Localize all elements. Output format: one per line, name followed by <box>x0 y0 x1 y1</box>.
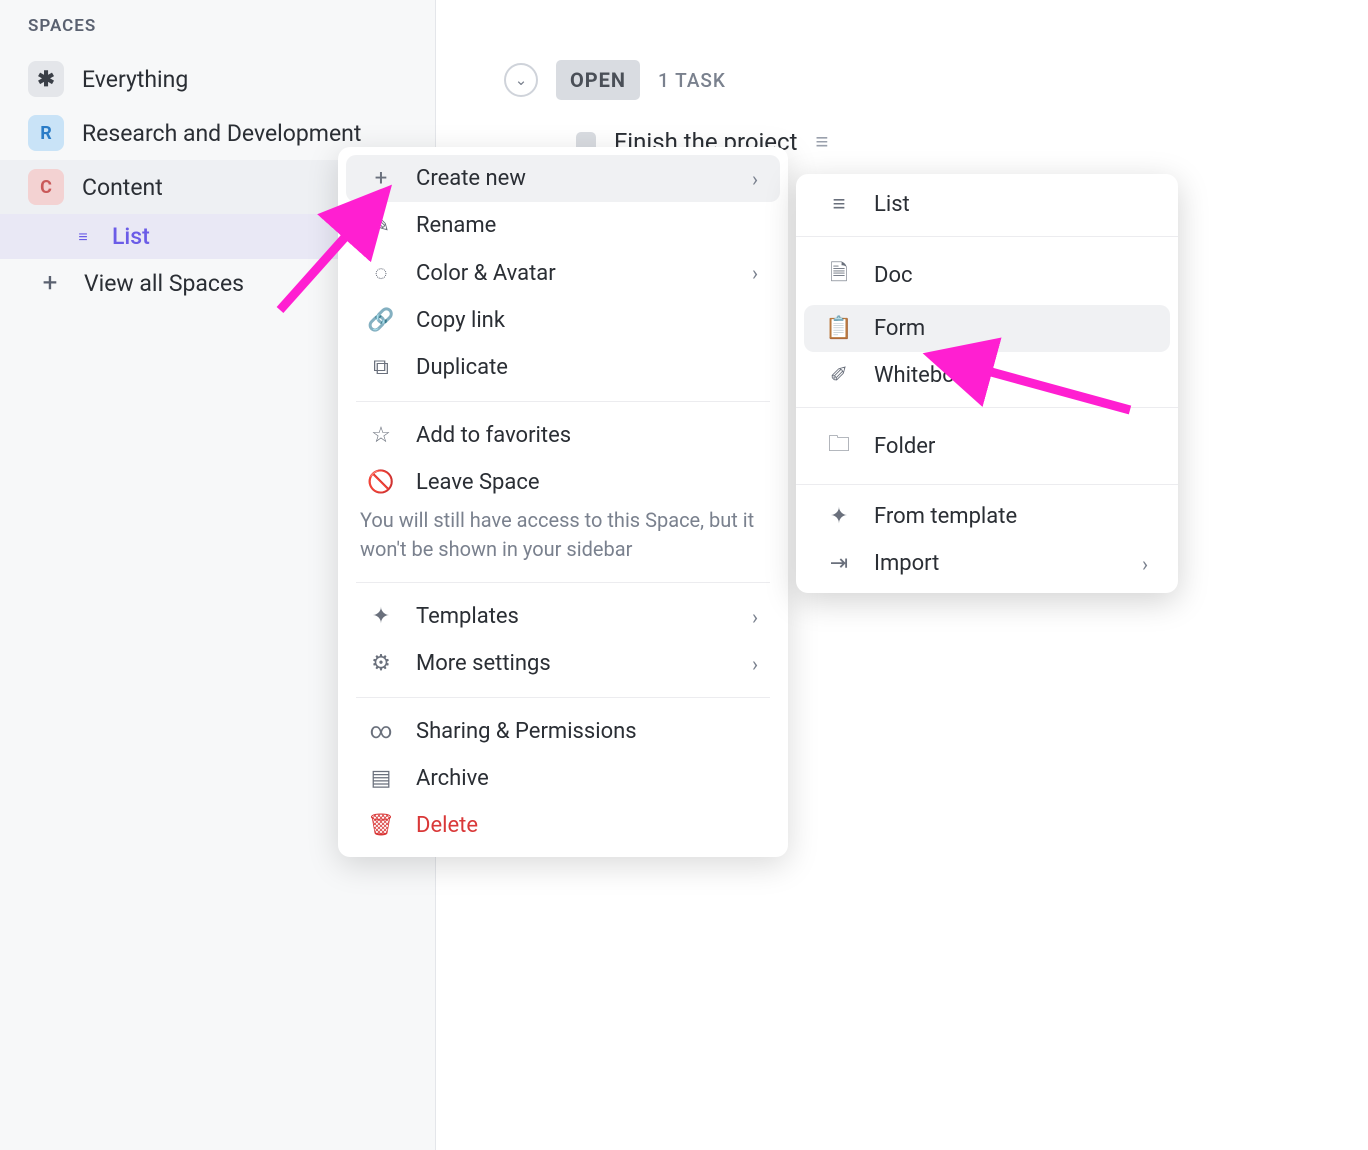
context-menu: + Create new › ✎ Rename ◌ Color & Avatar… <box>338 147 788 857</box>
menu-delete[interactable]: 🗑 Delete <box>346 802 780 849</box>
pencil-icon: ✎ <box>368 213 394 238</box>
menu-item-label: Create new <box>416 166 526 191</box>
sidebar-item-label: List <box>112 223 150 250</box>
divider <box>796 407 1178 408</box>
whiteboard-icon: ✐ <box>826 363 852 388</box>
submenu-list[interactable]: ≡ List <box>804 180 1170 228</box>
import-icon: ⇥ <box>826 551 852 576</box>
droplet-icon: ◌ <box>368 260 394 286</box>
plus-icon: + <box>368 166 394 191</box>
space-avatar-content: C <box>28 169 64 205</box>
submenu-form[interactable]: 📋 Form <box>804 305 1170 352</box>
form-icon: 📋 <box>826 316 852 341</box>
menu-item-label: Archive <box>416 766 489 791</box>
chevron-right-icon: › <box>1142 552 1148 576</box>
menu-item-label: Folder <box>874 434 935 459</box>
menu-more-settings[interactable]: ⚙ More settings › <box>346 640 780 687</box>
menu-item-label: More settings <box>416 651 551 676</box>
status-row: ⌄ OPEN 1 TASK <box>436 0 1368 100</box>
sparkle-icon: ✦ <box>368 604 394 629</box>
menu-create-new[interactable]: + Create new › <box>346 155 780 202</box>
sidebar-item-label: View all Spaces <box>84 270 244 297</box>
submenu-doc[interactable]: 🗎 Doc <box>804 245 1170 305</box>
sidebar-item-label: Research and Development <box>82 120 361 147</box>
menu-item-label: From template <box>874 504 1017 529</box>
menu-item-label: Copy link <box>416 308 505 333</box>
collapse-toggle[interactable]: ⌄ <box>504 63 538 97</box>
menu-item-label: List <box>874 192 910 217</box>
menu-item-label: Sharing & Permissions <box>416 719 637 744</box>
chevron-right-icon: › <box>752 605 758 629</box>
menu-item-label: Import <box>874 551 939 576</box>
share-icon: ∞ <box>368 719 394 744</box>
submenu-whiteboard[interactable]: ✐ Whiteboard <box>804 352 1170 399</box>
space-avatar-research: R <box>28 115 64 151</box>
menu-item-label: Add to favorites <box>416 423 571 448</box>
plus-icon: + <box>40 268 60 298</box>
menu-item-label: Templates <box>416 604 519 629</box>
task-menu-icon[interactable]: ≡ <box>815 129 828 155</box>
doc-icon: 🗎 <box>826 256 852 294</box>
archive-icon: ▤ <box>368 766 394 791</box>
menu-add-favorites[interactable]: ☆ Add to favorites <box>346 412 780 459</box>
everything-icon: ✱ <box>28 61 64 97</box>
sidebar-item-label: Content <box>82 174 163 201</box>
sidebar-item-label: Everything <box>82 66 188 93</box>
divider <box>356 697 770 698</box>
list-icon: ≡ <box>72 227 94 247</box>
sidebar-item-everything[interactable]: ✱ Everything <box>0 52 435 106</box>
menu-item-label: Delete <box>416 813 478 838</box>
divider <box>356 582 770 583</box>
leave-space-description: You will still have access to this Space… <box>338 506 788 572</box>
menu-rename[interactable]: ✎ Rename <box>346 202 780 249</box>
menu-item-label: Leave Space <box>416 470 540 495</box>
menu-item-label: Doc <box>874 263 913 288</box>
chevron-right-icon: › <box>752 167 758 191</box>
menu-color-avatar[interactable]: ◌ Color & Avatar › <box>346 249 780 297</box>
menu-item-label: Color & Avatar <box>416 261 556 286</box>
sparkle-icon: ✦ <box>826 504 852 529</box>
divider <box>356 401 770 402</box>
menu-templates[interactable]: ✦ Templates › <box>346 593 780 640</box>
star-icon: ☆ <box>368 423 394 448</box>
eye-off-icon: 🚫 <box>368 470 394 495</box>
chevron-right-icon: › <box>752 652 758 676</box>
divider <box>796 236 1178 237</box>
submenu-from-template[interactable]: ✦ From template <box>804 493 1170 540</box>
menu-copy-link[interactable]: 🔗 Copy link <box>346 297 780 344</box>
link-icon: 🔗 <box>368 308 394 333</box>
list-icon: ≡ <box>826 191 852 217</box>
sidebar-header: SPACES <box>0 0 435 52</box>
menu-item-label: Whiteboard <box>874 363 986 388</box>
create-new-submenu: ≡ List 🗎 Doc 📋 Form ✐ Whiteboard 🗀 Folde… <box>796 174 1178 593</box>
submenu-folder[interactable]: 🗀 Folder <box>804 416 1170 476</box>
menu-item-label: Rename <box>416 213 496 238</box>
menu-duplicate[interactable]: ⧉ Duplicate <box>346 344 780 391</box>
menu-item-label: Form <box>874 316 925 341</box>
status-badge-open[interactable]: OPEN <box>556 60 640 100</box>
divider <box>796 484 1178 485</box>
submenu-import[interactable]: ⇥ Import › <box>804 540 1170 587</box>
menu-archive[interactable]: ▤ Archive <box>346 755 780 802</box>
gear-icon: ⚙ <box>368 651 394 676</box>
menu-sharing[interactable]: ∞ Sharing & Permissions <box>346 708 780 755</box>
copy-icon: ⧉ <box>368 355 394 380</box>
menu-item-label: Duplicate <box>416 355 508 380</box>
chevron-right-icon: › <box>752 261 758 285</box>
task-count: 1 TASK <box>658 69 726 92</box>
folder-icon: 🗀 <box>826 427 852 465</box>
trash-icon: 🗑 <box>368 813 394 838</box>
menu-leave-space[interactable]: 🚫 Leave Space <box>346 459 780 506</box>
